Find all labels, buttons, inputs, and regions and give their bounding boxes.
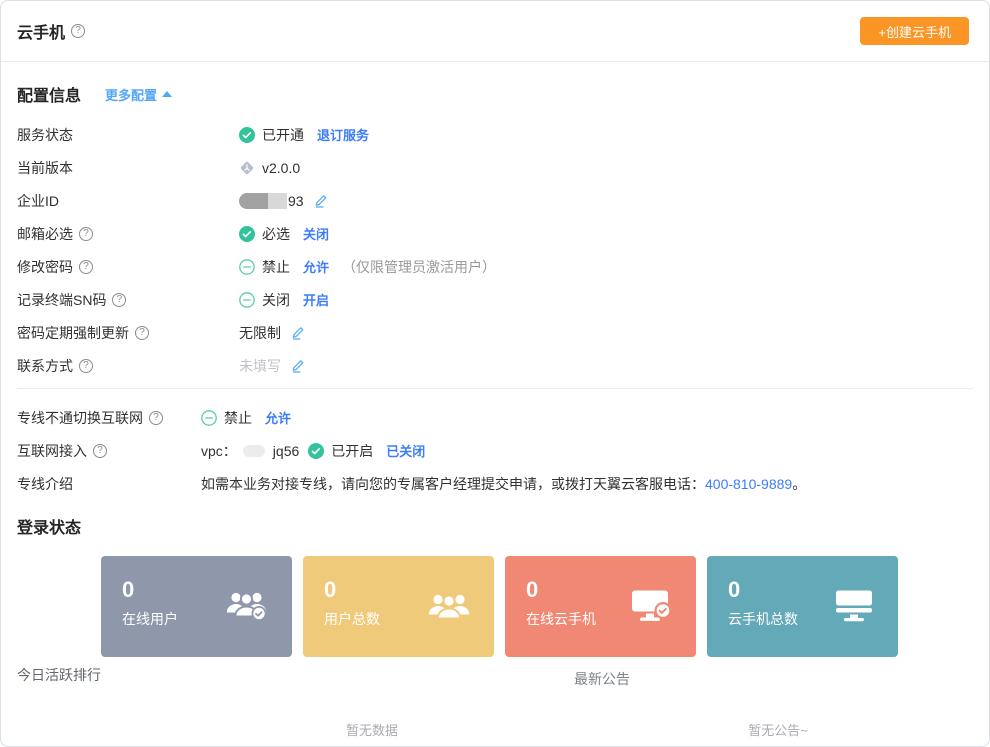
edit-icon[interactable] [291,325,306,340]
ranking-empty-state: 暂无数据 [346,720,398,739]
allow-link[interactable]: 允许 [303,257,329,276]
card-total-cloud-phones: 0 云手机总数 [707,556,898,657]
page-title: 云手机 [17,19,65,43]
bottom-panels: 今日活跃排行 最新公告 暂无数据 暂无公告~ [1,657,989,747]
row-email-required: 邮箱必选? 必选 关闭 [17,217,973,250]
row-service-status: 服务状态 已开通 退订服务 [17,118,973,151]
internet-status: 已开启 [331,441,373,461]
row-internet-access: 互联网接入? vpc： jq56 已开启 已关闭 [17,434,973,467]
password-note: （仅限管理员激活用户） [342,257,496,277]
redacted-segment [268,193,287,209]
redacted-segment [239,193,268,209]
monitor-icon [834,588,874,625]
caret-up-icon [162,91,172,97]
page-help-icon[interactable]: ? [71,24,85,38]
card-online-users: 0 在线用户 [101,556,292,657]
minus-circle-icon [239,259,255,275]
create-cloud-phone-button[interactable]: +创建云手机 [860,17,969,45]
network-rows: 专线不通切换互联网? 禁止 允许 互联网接入? vpc： jq56 [17,401,973,500]
help-icon[interactable]: ? [79,227,93,241]
allow-fallback-link[interactable]: 允许 [265,408,291,427]
latest-announcement-title: 最新公告 [574,669,630,689]
email-toggle-link[interactable]: 关闭 [303,224,329,243]
redacted-segment [243,445,265,457]
row-version: 当前版本 v2.0.0 [17,151,973,184]
minus-circle-icon [239,292,255,308]
help-icon[interactable]: ? [135,326,149,340]
row-enterprise-id: 企业ID 93 [17,184,973,217]
row-contact: 联系方式? 未填写 [17,349,973,382]
edit-icon[interactable] [314,193,329,208]
service-status-value: 已开通 [262,125,304,145]
row-change-password: 修改密码? 禁止 允许 （仅限管理员激活用户） [17,250,973,283]
login-status-title: 登录状态 [17,514,973,538]
row-fallback-internet: 专线不通切换互联网? 禁止 允许 [17,401,973,434]
help-icon[interactable]: ? [79,260,93,274]
section-divider [17,388,973,389]
config-section-title: 配置信息 [17,82,81,106]
more-config-link[interactable]: 更多配置 [105,85,172,104]
row-line-intro: 专线介绍 如需本业务对接专线，请向您的专属客户经理提交申请，或拨打天翼云客服电话… [17,467,973,500]
row-record-sn: 记录终端SN码? 关闭 开启 [17,283,973,316]
edit-icon[interactable] [291,358,306,373]
service-phone-link[interactable]: 400-810-9889 [705,476,792,492]
stat-cards: 0 在线用户 0 用户总数 [101,556,973,657]
monitor-check-icon [630,587,672,626]
card-online-cloud-phones: 0 在线云手机 [505,556,696,657]
announcement-empty-state: 暂无公告~ [748,720,808,739]
card-total-users: 0 用户总数 [303,556,494,657]
line-intro-text: 如需本业务对接专线，请向您的专属客户经理提交申请，或拨打天翼云客服电话： [201,474,705,494]
active-ranking-title: 今日活跃排行 [17,665,101,685]
config-rows: 服务状态 已开通 退订服务 当前版本 v2.0.0 [17,118,973,382]
version-diamond-icon [239,160,255,176]
help-icon[interactable]: ? [93,444,107,458]
version-value: v2.0.0 [262,160,300,176]
help-icon[interactable]: ? [112,293,126,307]
check-circle-icon [308,443,324,459]
vpc-name: jq56 [273,443,299,459]
vpc-prefix: vpc： [201,441,237,461]
check-circle-icon [239,127,255,143]
unsubscribe-link[interactable]: 退订服务 [317,125,369,144]
users-check-icon [226,588,268,625]
enable-sn-link[interactable]: 开启 [303,290,329,309]
enterprise-id-value: 93 [288,193,304,209]
row-password-refresh: 密码定期强制更新? 无限制 [17,316,973,349]
contact-value: 未填写 [239,356,281,376]
help-icon[interactable]: ? [79,359,93,373]
check-circle-icon [239,226,255,242]
close-internet-link[interactable]: 已关闭 [386,441,425,460]
minus-circle-icon [201,410,217,426]
users-icon [428,588,470,625]
help-icon[interactable]: ? [149,411,163,425]
cloud-phone-console: 云手机 ? +创建云手机 配置信息 更多配置 服务状态 已开通 退订服务 [0,0,990,747]
page-header: 云手机 ? +创建云手机 [1,1,989,62]
